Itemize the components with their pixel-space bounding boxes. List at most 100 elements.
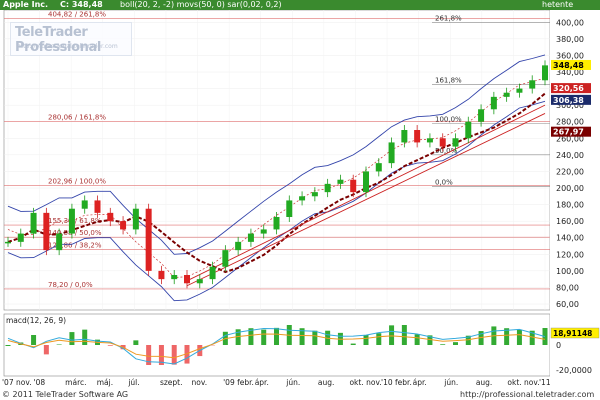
candle-body [516, 88, 523, 93]
y-tick-label: 220,00 [556, 167, 584, 176]
candle-body [363, 171, 369, 193]
fib-label: 404,82 / 261,8% [48, 10, 106, 18]
fib-label-recent: 261,8% [435, 14, 462, 22]
y-tick-label: 360,00 [556, 51, 584, 60]
interval-label[interactable]: hetente [542, 0, 573, 10]
candle-body [184, 275, 190, 284]
candle-body [81, 200, 88, 209]
price-chart[interactable]: 404,82 / 261,8% 280,06 / 161,8% 202,96 / 1… [0, 10, 600, 389]
y-tick-label: 380,00 [556, 35, 584, 44]
price-badge-label: 320,56 [553, 84, 584, 93]
candle-body [388, 142, 395, 164]
macd-histogram-bar [69, 332, 75, 345]
candle-body [529, 80, 536, 89]
y-tick-label: 100,00 [556, 267, 584, 276]
x-tick-label: '09 febr. [223, 378, 254, 387]
candle-body [43, 212, 50, 251]
candle-body [30, 212, 37, 234]
candle-body [209, 266, 216, 280]
fib-label-recent: 0,0% [435, 178, 453, 186]
candle-body [311, 192, 318, 197]
macd-histogram-bar [389, 325, 395, 345]
candle-body [439, 138, 446, 147]
macd-tick: 0 [556, 341, 561, 350]
footer-url[interactable]: http://professional.teletrader.com [460, 390, 594, 399]
macd-histogram-bar [414, 334, 420, 345]
teletrader-watermark: TeleTrader Professional http://professio… [10, 22, 132, 56]
copyright: © 2011 TeleTrader Software AG [2, 390, 129, 399]
candle-body [401, 130, 408, 143]
x-tick-label: okt. nov. [507, 378, 539, 387]
candle-body [107, 212, 114, 222]
y-tick-label: 180,00 [556, 201, 584, 210]
y-tick-label: 400,00 [556, 18, 584, 27]
x-tick-label: '08 [34, 378, 46, 387]
x-tick-label: aug. [476, 378, 493, 387]
x-tick-label: okt. nov. [349, 378, 381, 387]
candle-body [465, 121, 472, 139]
macd-histogram-bar [440, 344, 446, 345]
candle-body [68, 208, 75, 234]
candle-body [426, 138, 433, 143]
x-tick-label: '11 [539, 378, 551, 387]
x-tick-label: '07 nov. [2, 378, 32, 387]
candle-body [414, 130, 421, 143]
indicator-list: boll(20, 2, -2) movs(50, 0) sar(0,02, 0,… [120, 0, 282, 9]
candle-body [5, 241, 11, 244]
y-tick-label: 140,00 [556, 234, 584, 243]
macd-histogram-bar [274, 327, 279, 345]
candle-body [503, 92, 510, 97]
macd-histogram-bar [350, 343, 356, 345]
macd-histogram-bar [312, 330, 318, 345]
macd-histogram-bar [376, 333, 382, 345]
fib-label: 78,20 / 0,0% [48, 281, 93, 289]
macd-histogram-bar [261, 329, 267, 345]
candle-body [490, 96, 497, 110]
macd-histogram-bar [453, 342, 458, 345]
footer: © 2011 TeleTrader Software AG http://pro… [0, 389, 600, 400]
macd-histogram-bar [107, 345, 113, 346]
candle-body [158, 270, 165, 280]
macd-histogram-bar [363, 335, 369, 345]
y-tick-label: 120,00 [556, 250, 584, 259]
chart-title-bar: Apple Inc. C: 348,48 boll(20, 2, -2) mov… [0, 0, 600, 10]
candle-body [478, 109, 485, 122]
candle-body [299, 196, 306, 201]
x-tick-label: nov. [192, 378, 208, 387]
price-badge-label: 306,38 [553, 96, 584, 105]
y-tick-label: 160,00 [556, 217, 584, 226]
fib-label-recent: 100,0% [435, 115, 462, 123]
x-tick-label: máj. [97, 378, 113, 387]
candle-body [196, 279, 203, 284]
macd-histogram-bar [5, 345, 11, 346]
candle-body [337, 179, 344, 184]
candle-body [324, 183, 331, 193]
x-tick-label: júl. [127, 378, 139, 387]
macd-histogram-bar [401, 325, 407, 345]
y-tick-label: 80,00 [556, 283, 579, 292]
candle-body [452, 138, 459, 147]
fib-label: 280,06 / 161,8% [48, 114, 106, 122]
x-tick-label: jún. [443, 378, 458, 387]
macd-histogram-bar [31, 335, 37, 345]
x-tick-label: jún. [285, 378, 300, 387]
candle-body [132, 208, 139, 230]
candle-body [171, 275, 178, 280]
macd-histogram-bar [171, 345, 177, 365]
last-price: C: 348,48 [60, 0, 103, 9]
macd-histogram-bar [133, 340, 139, 345]
candle-body [120, 221, 127, 230]
macd-histogram-bar [516, 330, 522, 345]
y-tick-label: 200,00 [556, 184, 584, 193]
watermark-url: http://professional.teletrader.com [17, 43, 118, 50]
x-tick-label: '10 febr. [381, 378, 412, 387]
x-tick-label: ápr. [255, 378, 269, 387]
candle-body [235, 241, 242, 251]
y-tick-label: 240,00 [556, 151, 584, 160]
candle-body [94, 200, 101, 213]
fib-label: 202,96 / 100,0% [48, 178, 106, 186]
macd-histogram-bar [43, 345, 49, 355]
watermark-brand: TeleTrader Professional [15, 25, 101, 55]
x-tick-label: aug. [318, 378, 335, 387]
fib-label-recent: 161,8% [435, 76, 462, 84]
